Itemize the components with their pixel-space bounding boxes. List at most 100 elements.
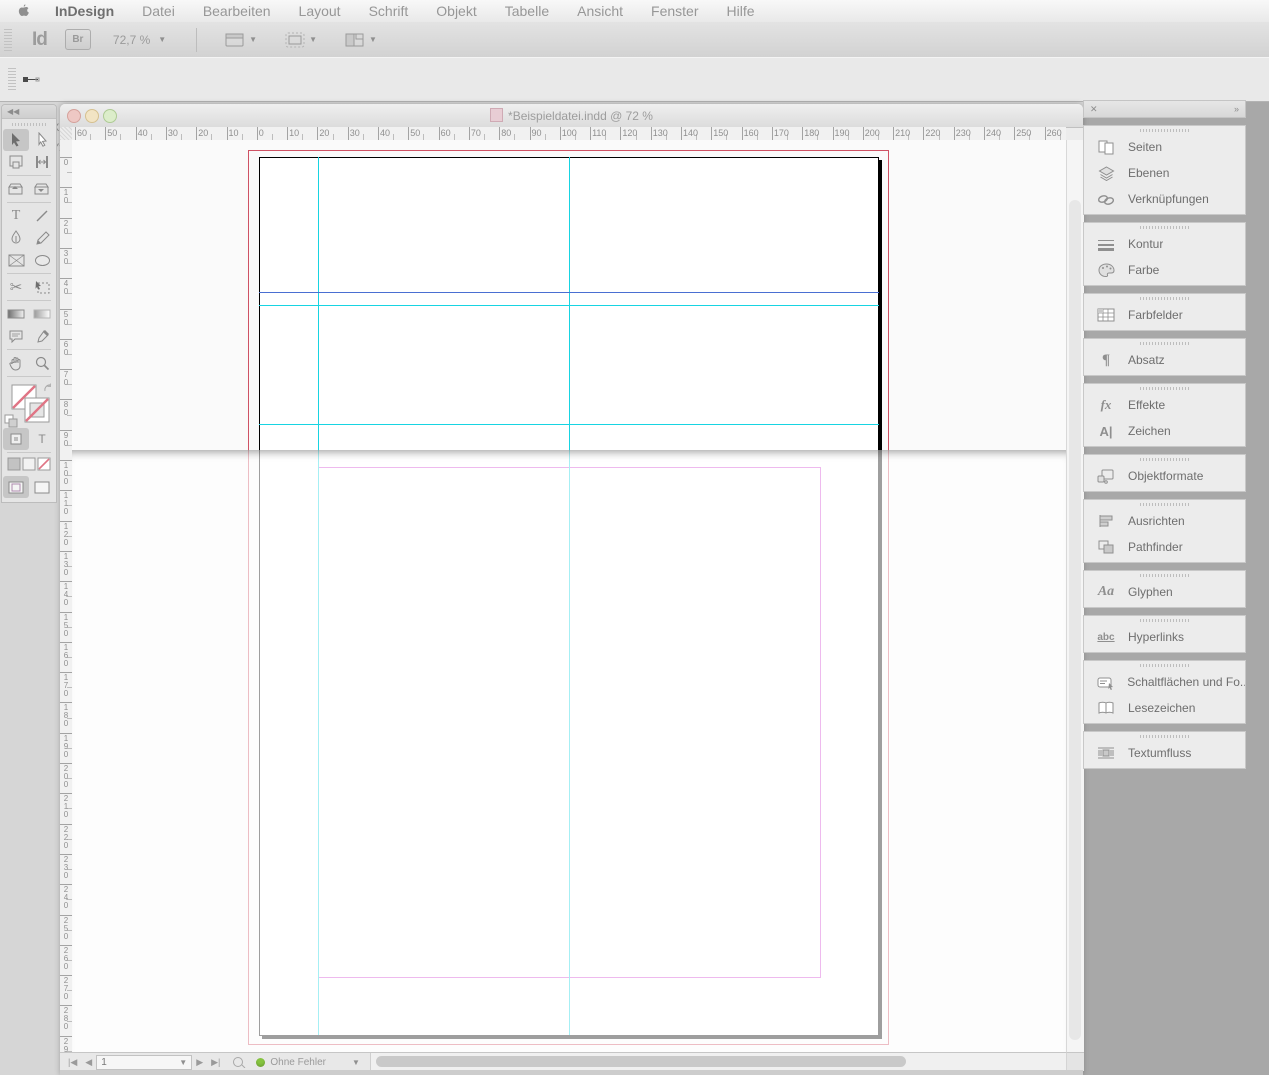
panel-button-textumfluss[interactable]: Textumfluss <box>1084 740 1245 766</box>
view-options-button[interactable]: ▼ <box>225 32 257 48</box>
panel-button-farbe[interactable]: Farbe <box>1084 257 1245 283</box>
gradient-swatch-tool[interactable] <box>3 303 29 325</box>
menu-bearbeiten[interactable]: Bearbeiten <box>189 0 285 22</box>
ruler-guide-selected[interactable] <box>259 292 879 293</box>
type-tool[interactable]: T <box>3 205 29 227</box>
pen-tool[interactable] <box>3 227 29 249</box>
first-page-button[interactable]: |◀ <box>64 1057 81 1068</box>
ellipse-tool[interactable] <box>29 249 55 271</box>
direct-selection-tool[interactable] <box>29 129 55 151</box>
bridge-button[interactable]: Br <box>64 29 91 50</box>
panel-button-zeichen[interactable]: A| Zeichen <box>1084 418 1245 444</box>
last-page-button[interactable]: ▶| <box>207 1057 224 1068</box>
panel-button-farbfelder[interactable]: Farbfelder <box>1084 302 1245 328</box>
content-collector-tool[interactable] <box>3 178 29 200</box>
gradient-feather-tool[interactable] <box>29 303 55 325</box>
panel-button-ebenen[interactable]: Ebenen <box>1084 160 1245 186</box>
apply-color-button[interactable] <box>7 457 21 471</box>
dock-close-icon[interactable]: ✕ <box>1090 104 1098 115</box>
panel-button-ausrichten[interactable]: Ausrichten <box>1084 508 1245 534</box>
vertical-scrollbar-thumb[interactable] <box>1069 200 1081 1040</box>
tools-panel-grip[interactable] <box>12 121 46 127</box>
panel-button-objektformate[interactable]: Objektformate <box>1084 463 1245 489</box>
normal-view-mode-button[interactable] <box>3 476 29 498</box>
rectangle-frame-tool[interactable] <box>3 249 29 271</box>
zoom-tool[interactable] <box>29 352 55 374</box>
panel-button-effekte[interactable]: fx Effekte <box>1084 392 1245 418</box>
horizontal-scrollbar-thumb[interactable] <box>375 1056 906 1067</box>
dock-group-grip[interactable] <box>1140 501 1189 508</box>
glyphs-icon: Aa <box>1097 584 1115 599</box>
preflight-status-text: Ohne Fehler <box>270 1056 326 1068</box>
panel-button-hyperlinks[interactable]: abc Hyperlinks <box>1084 624 1245 650</box>
preflight-menu-icon[interactable] <box>232 1056 246 1068</box>
page-number-field[interactable]: 1 ▼ <box>96 1054 193 1070</box>
horizontal-ruler[interactable]: 60 50 40 30 20 10 0 10 20 30 40 50 60 70 80 90 100 110 120… <box>72 127 1066 141</box>
dock-group-grip[interactable] <box>1140 127 1189 134</box>
dock-group-grip[interactable] <box>1140 224 1189 231</box>
horizontal-scrollbar[interactable] <box>369 1053 1066 1071</box>
control-panel-grip[interactable] <box>8 68 16 90</box>
apple-menu-icon[interactable] <box>0 3 41 19</box>
ruler-guide-horizontal[interactable] <box>259 305 879 306</box>
appbar-grip[interactable] <box>4 28 12 51</box>
canvas-pasteboard[interactable] <box>72 140 1066 1052</box>
panel-button-verkn-pfungen[interactable]: Verknüpfungen <box>1084 186 1245 212</box>
previous-page-button[interactable]: ◀ <box>81 1057 96 1068</box>
apply-gradient-button[interactable] <box>22 457 36 471</box>
reference-point-proxy[interactable] <box>22 73 40 85</box>
gap-tool[interactable] <box>29 151 55 173</box>
dock-group-grip[interactable] <box>1140 295 1189 302</box>
vertical-scrollbar[interactable] <box>1066 140 1084 1052</box>
dock-group-grip[interactable] <box>1140 662 1189 669</box>
dock-group-grip[interactable] <box>1140 733 1189 740</box>
pencil-tool[interactable] <box>29 227 55 249</box>
menu-fenster[interactable]: Fenster <box>637 0 712 22</box>
dock-group-grip[interactable] <box>1140 456 1189 463</box>
preview-mode-button[interactable] <box>29 476 55 498</box>
dock-group-grip[interactable] <box>1140 340 1189 347</box>
screen-mode-button[interactable]: ▼ <box>285 32 317 48</box>
apply-none-button[interactable] <box>37 457 51 471</box>
panel-button-schaltfl-chen-und-fo[interactable]: Schaltflächen und Fo... <box>1084 669 1245 695</box>
panel-button-absatz[interactable]: ¶ Absatz <box>1084 347 1245 373</box>
dock-group-grip[interactable] <box>1140 617 1189 624</box>
menu-indesign[interactable]: InDesign <box>41 0 128 22</box>
dock-expand-icon[interactable]: » <box>1234 104 1239 114</box>
dock-group-grip[interactable] <box>1140 385 1189 392</box>
panel-button-seiten[interactable]: Seiten <box>1084 134 1245 160</box>
ruler-guide-horizontal[interactable] <box>259 424 879 425</box>
panel-button-pathfinder[interactable]: Pathfinder <box>1084 534 1245 560</box>
panel-button-kontur[interactable]: Kontur <box>1084 231 1245 257</box>
selection-tool[interactable] <box>3 129 29 151</box>
scissors-tool[interactable]: ✂ <box>3 276 29 298</box>
panel-button-glyphen[interactable]: Aa Glyphen <box>1084 579 1245 605</box>
free-transform-tool[interactable] <box>29 276 55 298</box>
line-tool[interactable] <box>29 205 55 227</box>
page-tool[interactable] <box>3 151 29 173</box>
content-placer-tool[interactable] <box>29 178 55 200</box>
arrange-documents-button[interactable]: ▼ <box>345 32 377 48</box>
swap-fill-stroke-icon[interactable] <box>43 383 54 394</box>
menu-objekt[interactable]: Objekt <box>422 0 490 22</box>
panel-button-lesezeichen[interactable]: Lesezeichen <box>1084 695 1245 721</box>
hand-tool[interactable] <box>3 352 29 374</box>
tools-panel-collapse[interactable]: ◀◀ <box>2 105 56 119</box>
menu-schrift[interactable]: Schrift <box>355 0 423 22</box>
stroke-swatch-none[interactable] <box>24 397 50 423</box>
next-page-button[interactable]: ▶ <box>192 1057 207 1068</box>
menu-tabelle[interactable]: Tabelle <box>491 0 563 22</box>
eyedropper-tool[interactable] <box>29 325 55 347</box>
dock-group-grip[interactable] <box>1140 572 1189 579</box>
menu-layout[interactable]: Layout <box>285 0 355 22</box>
menu-datei[interactable]: Datei <box>128 0 189 22</box>
menu-ansicht[interactable]: Ansicht <box>563 0 637 22</box>
formatting-affects-container-button[interactable] <box>3 428 29 450</box>
window-title-bar[interactable]: *Beispieldatei.indd @ 72 % <box>60 104 1083 128</box>
menu-hilfe[interactable]: Hilfe <box>713 0 769 22</box>
zoom-level-dropdown[interactable]: 72,7 % ▼ <box>113 33 166 47</box>
chevron-down-icon[interactable]: ▼ <box>352 1058 360 1067</box>
note-tool[interactable] <box>3 325 29 347</box>
formatting-affects-text-button[interactable]: T <box>29 428 55 450</box>
default-fill-stroke-icon[interactable] <box>4 414 18 428</box>
